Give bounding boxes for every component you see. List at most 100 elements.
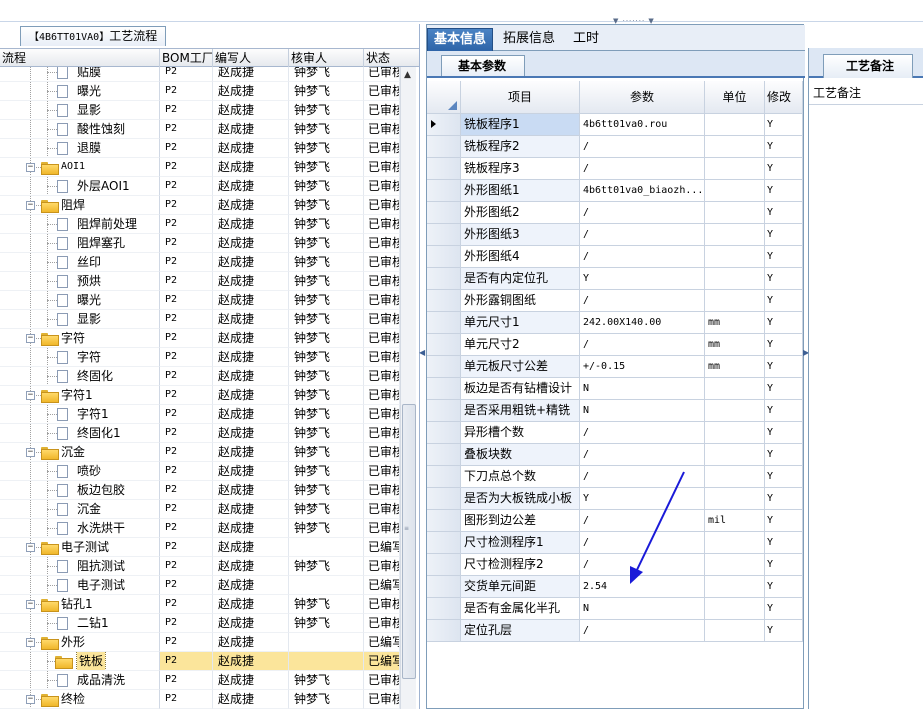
modify-cell[interactable]: Y <box>765 532 803 554</box>
tab-work-hours[interactable]: 工时 <box>567 28 605 51</box>
unit-cell[interactable]: mil <box>705 510 765 532</box>
param-cell[interactable]: / <box>580 290 705 312</box>
param-cell[interactable]: / <box>580 334 705 356</box>
parameter-row[interactable]: 铣板程序1 4b6tt01va0.rou Y <box>427 114 803 136</box>
row-indicator[interactable] <box>427 202 461 224</box>
parameter-row[interactable]: 尺寸检测程序1/ Y <box>427 532 803 554</box>
row-indicator[interactable] <box>427 180 461 202</box>
param-cell[interactable]: / <box>580 136 705 158</box>
tree-group-row[interactable]: − 沉金 P2赵成捷钟梦飞已审核 <box>0 443 400 462</box>
modify-cell[interactable]: Y <box>765 422 803 444</box>
param-cell[interactable]: N <box>580 598 705 620</box>
param-cell[interactable]: 242.00X140.00 <box>580 312 705 334</box>
tree-group-row[interactable]: − 字符1 P2赵成捷钟梦飞已审核 <box>0 386 400 405</box>
unit-cell[interactable] <box>705 268 765 290</box>
row-indicator[interactable] <box>427 246 461 268</box>
parameter-row[interactable]: 是否为大板铣成小板 Y Y <box>427 488 803 510</box>
unit-cell[interactable] <box>705 488 765 510</box>
parameter-row[interactable]: 是否采用粗铣+精铣 N Y <box>427 400 803 422</box>
modify-cell[interactable]: Y <box>765 598 803 620</box>
column-header-reviewer[interactable]: 核审人 <box>289 49 364 67</box>
row-indicator[interactable] <box>427 378 461 400</box>
expand-collapse-icon[interactable]: − <box>26 391 35 400</box>
param-cell[interactable]: N <box>580 378 705 400</box>
row-indicator[interactable] <box>427 422 461 444</box>
column-header-item[interactable]: 项目 <box>461 81 580 114</box>
row-indicator[interactable] <box>427 466 461 488</box>
collapse-left-icon[interactable]: ◀ <box>419 348 425 357</box>
row-indicator[interactable] <box>427 554 461 576</box>
tree-step-row[interactable]: 阻抗测试 P2赵成捷钟梦飞已审核 <box>0 557 400 576</box>
parameter-row[interactable]: 叠板块数 / Y <box>427 444 803 466</box>
tree-step-row[interactable]: 显影 P2赵成捷钟梦飞已审核 <box>0 310 400 329</box>
param-cell[interactable]: / <box>580 554 705 576</box>
unit-cell[interactable] <box>705 532 765 554</box>
param-cell[interactable]: 2.54 <box>580 576 705 598</box>
parameter-row[interactable]: 单元板尺寸公差 +/-0.15 mm Y <box>427 356 803 378</box>
unit-cell[interactable] <box>705 466 765 488</box>
parameter-row[interactable]: 是否有内定位孔 Y Y <box>427 268 803 290</box>
tab-extended-info[interactable]: 拓展信息 <box>497 28 561 51</box>
tree-step-row[interactable]: 字符1 P2赵成捷钟梦飞已审核 <box>0 405 400 424</box>
parameter-row[interactable]: 外形图纸4/ Y <box>427 246 803 268</box>
unit-cell[interactable]: mm <box>705 334 765 356</box>
scrollbar-thumb[interactable] <box>402 404 416 679</box>
unit-cell[interactable] <box>705 620 765 642</box>
modify-cell[interactable]: Y <box>765 290 803 312</box>
param-cell[interactable]: / <box>580 510 705 532</box>
unit-cell[interactable] <box>705 246 765 268</box>
modify-cell[interactable]: Y <box>765 444 803 466</box>
param-cell[interactable]: / <box>580 202 705 224</box>
unit-cell[interactable]: mm <box>705 312 765 334</box>
row-indicator[interactable] <box>427 598 461 620</box>
row-indicator[interactable] <box>427 532 461 554</box>
column-header-param[interactable]: 参数 <box>580 81 705 114</box>
parameter-row[interactable]: 外形图纸3/ Y <box>427 224 803 246</box>
param-cell[interactable]: Y <box>580 268 705 290</box>
unit-cell[interactable] <box>705 202 765 224</box>
row-indicator[interactable] <box>427 224 461 246</box>
unit-cell[interactable]: mm <box>705 356 765 378</box>
expand-collapse-icon[interactable]: − <box>26 163 35 172</box>
tree-step-row[interactable]: 喷砂 P2赵成捷钟梦飞已审核 <box>0 462 400 481</box>
row-indicator[interactable] <box>427 400 461 422</box>
column-header-bom[interactable]: BOM工厂 <box>160 49 213 67</box>
column-header-modify[interactable]: 修改 <box>765 81 803 114</box>
column-header-editor[interactable]: 编写人 <box>213 49 289 67</box>
tree-step-row[interactable]: 阻焊前处理 P2赵成捷钟梦飞已审核 <box>0 215 400 234</box>
unit-cell[interactable] <box>705 136 765 158</box>
tree-group-row[interactable]: − 钻孔1 P2赵成捷钟梦飞已审核 <box>0 595 400 614</box>
tree-step-row[interactable]: 成品清洗 P2赵成捷钟梦飞已审核 <box>0 671 400 690</box>
tree-step-row[interactable]: 电子测试 P2赵成捷 已编写 <box>0 576 400 595</box>
tree-step-row[interactable]: 二钻1 P2赵成捷钟梦飞已审核 <box>0 614 400 633</box>
tree-group-row[interactable]: − AOI1 P2赵成捷钟梦飞已审核 <box>0 158 400 177</box>
expand-collapse-icon[interactable]: − <box>26 638 35 647</box>
tree-step-row[interactable]: 显影 P2赵成捷钟梦飞已审核 <box>0 101 400 120</box>
modify-cell[interactable]: Y <box>765 554 803 576</box>
expand-collapse-icon[interactable]: − <box>26 201 35 210</box>
row-indicator[interactable] <box>427 290 461 312</box>
row-indicator[interactable] <box>427 510 461 532</box>
tree-group-row[interactable]: − 电子测试 P2赵成捷 已编写 <box>0 538 400 557</box>
tree-step-row[interactable]: 预烘 P2赵成捷钟梦飞已审核 <box>0 272 400 291</box>
param-cell[interactable]: / <box>580 620 705 642</box>
row-indicator[interactable] <box>427 356 461 378</box>
modify-cell[interactable]: Y <box>765 576 803 598</box>
expand-collapse-icon[interactable]: − <box>26 695 35 704</box>
param-cell[interactable]: / <box>580 532 705 554</box>
param-cell[interactable]: 4b6tt01va0.rou <box>580 114 705 136</box>
unit-cell[interactable] <box>705 400 765 422</box>
parameter-row[interactable]: 外形图纸1 4b6tt01va0_biaozh... Y <box>427 180 803 202</box>
param-cell[interactable]: +/-0.15 <box>580 356 705 378</box>
tree-step-row[interactable]: 退膜 P2赵成捷钟梦飞已审核 <box>0 139 400 158</box>
parameter-row[interactable]: 单元尺寸1 242.00X140.00 mm Y <box>427 312 803 334</box>
row-indicator[interactable] <box>427 114 461 136</box>
modify-cell[interactable]: Y <box>765 312 803 334</box>
tree-step-row[interactable]: 沉金 P2赵成捷钟梦飞已审核 <box>0 500 400 519</box>
tree-step-row[interactable]: 板边包胶 P2赵成捷钟梦飞已审核 <box>0 481 400 500</box>
param-cell[interactable]: / <box>580 246 705 268</box>
tree-group-row[interactable]: − 字符 P2赵成捷钟梦飞已审核 <box>0 329 400 348</box>
tree-step-row[interactable]: 阻焊塞孔 P2赵成捷钟梦飞已审核 <box>0 234 400 253</box>
modify-cell[interactable]: Y <box>765 158 803 180</box>
column-header-unit[interactable]: 单位 <box>705 81 765 114</box>
